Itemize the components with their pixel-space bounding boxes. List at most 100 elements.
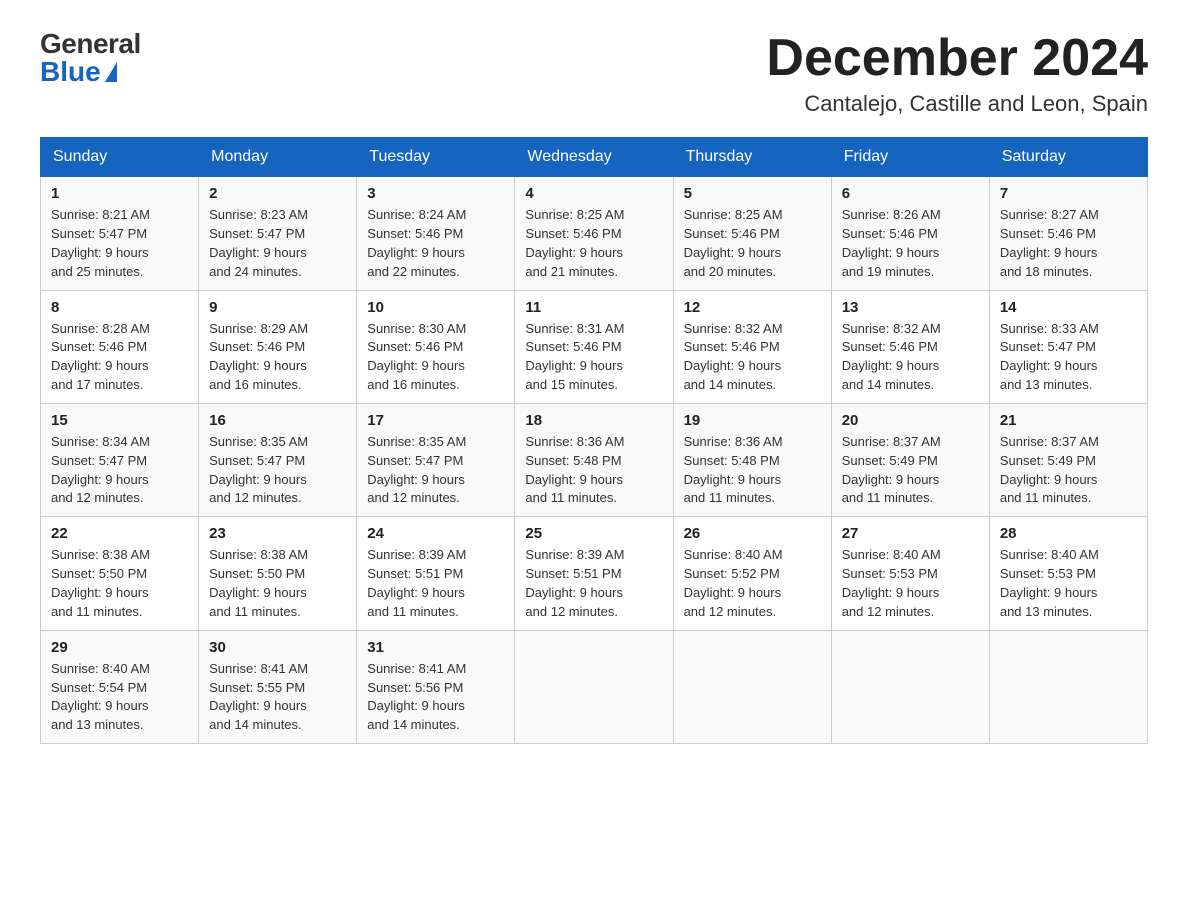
weekday-header-sunday: Sunday — [41, 138, 199, 177]
day-info: Sunrise: 8:39 AMSunset: 5:51 PMDaylight:… — [367, 546, 504, 621]
day-number: 4 — [525, 185, 662, 202]
calendar-cell: 28Sunrise: 8:40 AMSunset: 5:53 PMDayligh… — [989, 517, 1147, 630]
day-number: 19 — [684, 412, 821, 429]
calendar-cell — [515, 630, 673, 743]
calendar-cell: 29 Sunrise: 8:40 AMSunset: 5:54 PMDayligh… — [41, 630, 199, 743]
day-number: 16 — [209, 412, 346, 429]
weekday-header-friday: Friday — [831, 138, 989, 177]
day-number: 14 — [1000, 299, 1137, 316]
weekday-header-row: SundayMondayTuesdayWednesdayThursdayFrid… — [41, 138, 1148, 177]
weekday-header-tuesday: Tuesday — [357, 138, 515, 177]
day-info: Sunrise: 8:30 AMSunset: 5:46 PMDaylight:… — [367, 320, 504, 395]
day-info: Sunrise: 8:25 AMSunset: 5:46 PMDaylight:… — [684, 206, 821, 281]
calendar-table: SundayMondayTuesdayWednesdayThursdayFrid… — [40, 137, 1148, 744]
calendar-cell: 21Sunrise: 8:37 AMSunset: 5:49 PMDayligh… — [989, 403, 1147, 516]
calendar-week-row: 1 Sunrise: 8:21 AMSunset: 5:47 PMDaylight… — [41, 177, 1148, 290]
day-number: 11 — [525, 299, 662, 316]
calendar-cell: 15 Sunrise: 8:34 AMSunset: 5:47 PMDayligh… — [41, 403, 199, 516]
logo-general-text: General — [40, 30, 141, 58]
calendar-cell: 10 Sunrise: 8:30 AMSunset: 5:46 PMDayligh… — [357, 290, 515, 403]
day-number: 29 — [51, 639, 188, 656]
day-info: Sunrise: 8:29 AMSunset: 5:46 PMDaylight:… — [209, 320, 346, 395]
day-info: Sunrise: 8:28 AMSunset: 5:46 PMDaylight:… — [51, 320, 188, 395]
day-info: Sunrise: 8:26 AMSunset: 5:46 PMDaylight:… — [842, 206, 979, 281]
day-number: 15 — [51, 412, 188, 429]
day-info: Sunrise: 8:40 AMSunset: 5:53 PMDaylight:… — [1000, 546, 1137, 621]
day-number: 30 — [209, 639, 346, 656]
day-number: 18 — [525, 412, 662, 429]
day-number: 3 — [367, 185, 504, 202]
calendar-cell: 13 Sunrise: 8:32 AMSunset: 5:46 PMDayligh… — [831, 290, 989, 403]
day-number: 7 — [1000, 185, 1137, 202]
day-info: Sunrise: 8:31 AMSunset: 5:46 PMDaylight:… — [525, 320, 662, 395]
day-info: Sunrise: 8:25 AMSunset: 5:46 PMDaylight:… — [525, 206, 662, 281]
day-info: Sunrise: 8:32 AMSunset: 5:46 PMDaylight:… — [684, 320, 821, 395]
day-info: Sunrise: 8:24 AMSunset: 5:46 PMDaylight:… — [367, 206, 504, 281]
day-number: 26 — [684, 525, 821, 542]
day-number: 17 — [367, 412, 504, 429]
day-number: 1 — [51, 185, 188, 202]
day-number: 22 — [51, 525, 188, 542]
weekday-header-saturday: Saturday — [989, 138, 1147, 177]
day-number: 5 — [684, 185, 821, 202]
day-number: 8 — [51, 299, 188, 316]
day-info: Sunrise: 8:21 AMSunset: 5:47 PMDaylight:… — [51, 206, 188, 281]
day-info: Sunrise: 8:34 AMSunset: 5:47 PMDaylight:… — [51, 433, 188, 508]
day-info: Sunrise: 8:37 AMSunset: 5:49 PMDaylight:… — [1000, 433, 1137, 508]
day-info: Sunrise: 8:40 AMSunset: 5:54 PMDaylight:… — [51, 660, 188, 735]
day-info: Sunrise: 8:27 AMSunset: 5:46 PMDaylight:… — [1000, 206, 1137, 281]
day-info: Sunrise: 8:41 AMSunset: 5:56 PMDaylight:… — [367, 660, 504, 735]
calendar-week-row: 15 Sunrise: 8:34 AMSunset: 5:47 PMDayligh… — [41, 403, 1148, 516]
calendar-cell: 31 Sunrise: 8:41 AMSunset: 5:56 PMDayligh… — [357, 630, 515, 743]
day-info: Sunrise: 8:38 AMSunset: 5:50 PMDaylight:… — [51, 546, 188, 621]
calendar-week-row: 8 Sunrise: 8:28 AMSunset: 5:46 PMDaylight… — [41, 290, 1148, 403]
title-block: December 2024 Cantalejo, Castille and Le… — [766, 30, 1148, 117]
day-info: Sunrise: 8:37 AMSunset: 5:49 PMDaylight:… — [842, 433, 979, 508]
calendar-cell — [673, 630, 831, 743]
calendar-cell: 26 Sunrise: 8:40 AMSunset: 5:52 PMDayligh… — [673, 517, 831, 630]
calendar-cell: 6Sunrise: 8:26 AMSunset: 5:46 PMDaylight… — [831, 177, 989, 290]
day-number: 12 — [684, 299, 821, 316]
day-number: 9 — [209, 299, 346, 316]
calendar-cell: 16 Sunrise: 8:35 AMSunset: 5:47 PMDayligh… — [199, 403, 357, 516]
day-info: Sunrise: 8:32 AMSunset: 5:46 PMDaylight:… — [842, 320, 979, 395]
calendar-cell: 22 Sunrise: 8:38 AMSunset: 5:50 PMDayligh… — [41, 517, 199, 630]
weekday-header-monday: Monday — [199, 138, 357, 177]
page-header: General Blue December 2024 Cantalejo, Ca… — [40, 30, 1148, 117]
calendar-cell: 18 Sunrise: 8:36 AMSunset: 5:48 PMDayligh… — [515, 403, 673, 516]
day-number: 23 — [209, 525, 346, 542]
day-info: Sunrise: 8:41 AMSunset: 5:55 PMDaylight:… — [209, 660, 346, 735]
logo-blue-text: Blue — [40, 58, 101, 86]
logo: General Blue — [40, 30, 141, 86]
calendar-cell: 27 Sunrise: 8:40 AMSunset: 5:53 PMDayligh… — [831, 517, 989, 630]
calendar-week-row: 22 Sunrise: 8:38 AMSunset: 5:50 PMDayligh… — [41, 517, 1148, 630]
calendar-cell: 5 Sunrise: 8:25 AMSunset: 5:46 PMDaylight… — [673, 177, 831, 290]
calendar-cell: 11 Sunrise: 8:31 AMSunset: 5:46 PMDayligh… — [515, 290, 673, 403]
month-title: December 2024 — [766, 30, 1148, 87]
day-info: Sunrise: 8:36 AMSunset: 5:48 PMDaylight:… — [525, 433, 662, 508]
calendar-cell: 19Sunrise: 8:36 AMSunset: 5:48 PMDayligh… — [673, 403, 831, 516]
day-number: 20 — [842, 412, 979, 429]
day-info: Sunrise: 8:23 AMSunset: 5:47 PMDaylight:… — [209, 206, 346, 281]
day-number: 24 — [367, 525, 504, 542]
day-number: 31 — [367, 639, 504, 656]
calendar-cell: 23Sunrise: 8:38 AMSunset: 5:50 PMDayligh… — [199, 517, 357, 630]
day-number: 27 — [842, 525, 979, 542]
day-info: Sunrise: 8:40 AMSunset: 5:53 PMDaylight:… — [842, 546, 979, 621]
calendar-cell: 4 Sunrise: 8:25 AMSunset: 5:46 PMDaylight… — [515, 177, 673, 290]
calendar-cell: 20 Sunrise: 8:37 AMSunset: 5:49 PMDayligh… — [831, 403, 989, 516]
weekday-header-thursday: Thursday — [673, 138, 831, 177]
calendar-cell: 30 Sunrise: 8:41 AMSunset: 5:55 PMDayligh… — [199, 630, 357, 743]
day-info: Sunrise: 8:40 AMSunset: 5:52 PMDaylight:… — [684, 546, 821, 621]
day-number: 13 — [842, 299, 979, 316]
day-info: Sunrise: 8:35 AMSunset: 5:47 PMDaylight:… — [209, 433, 346, 508]
day-number: 10 — [367, 299, 504, 316]
calendar-cell: 14 Sunrise: 8:33 AMSunset: 5:47 PMDayligh… — [989, 290, 1147, 403]
calendar-cell — [831, 630, 989, 743]
logo-arrow-icon — [105, 62, 117, 82]
calendar-cell: 1 Sunrise: 8:21 AMSunset: 5:47 PMDaylight… — [41, 177, 199, 290]
calendar-cell: 3 Sunrise: 8:24 AMSunset: 5:46 PMDaylight… — [357, 177, 515, 290]
calendar-cell: 8 Sunrise: 8:28 AMSunset: 5:46 PMDaylight… — [41, 290, 199, 403]
day-info: Sunrise: 8:33 AMSunset: 5:47 PMDaylight:… — [1000, 320, 1137, 395]
day-number: 2 — [209, 185, 346, 202]
